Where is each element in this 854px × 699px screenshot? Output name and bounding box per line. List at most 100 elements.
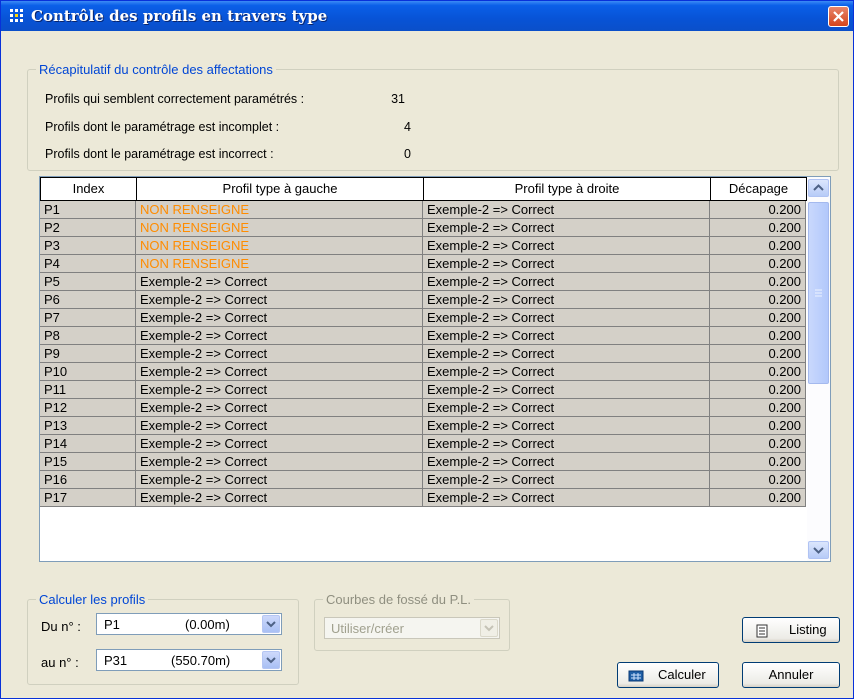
chevron-down-icon <box>484 625 494 632</box>
cell-decapage[interactable]: 0.200 <box>710 363 806 381</box>
cell-left-profile[interactable]: Exemple-2 => Correct <box>136 399 423 417</box>
cell-left-profile[interactable]: Exemple-2 => Correct <box>136 381 423 399</box>
calculer-button[interactable]: Calculer <box>617 662 719 688</box>
to-profile-select[interactable]: P31 (550.70m) <box>96 649 282 671</box>
ditch-select: Utiliser/créer <box>324 617 500 639</box>
cell-decapage[interactable]: 0.200 <box>710 399 806 417</box>
cell-decapage[interactable]: 0.200 <box>710 453 806 471</box>
stat-value-correct: 31 <box>391 92 405 106</box>
ditch-legend: Courbes de fossé du P.L. <box>323 592 475 607</box>
title-bar[interactable]: Contrôle des profils en travers type <box>1 1 853 31</box>
chevron-down-icon <box>813 547 824 554</box>
cell-decapage[interactable]: 0.200 <box>710 291 806 309</box>
stat-value-incorrect: 0 <box>404 147 411 161</box>
vertical-scrollbar[interactable] <box>807 177 830 561</box>
cell-decapage[interactable]: 0.200 <box>710 201 806 219</box>
cell-decapage[interactable]: 0.200 <box>710 381 806 399</box>
profiles-grid[interactable]: Index Profil type à gauche Profil type à… <box>39 176 831 562</box>
from-profile-select[interactable]: P1 (0.00m) <box>96 613 282 635</box>
cell-right-profile[interactable]: Exemple-2 => Correct <box>423 327 710 345</box>
cell-right-profile[interactable]: Exemple-2 => Correct <box>423 399 710 417</box>
cell-left-profile[interactable]: Exemple-2 => Correct <box>136 309 423 327</box>
cell-right-profile[interactable]: Exemple-2 => Correct <box>423 453 710 471</box>
ditch-dropdown-button <box>480 619 498 637</box>
column-header-left-profile[interactable]: Profil type à gauche <box>137 177 424 201</box>
cell-index[interactable]: P14 <box>40 435 136 453</box>
cell-index[interactable]: P2 <box>40 219 136 237</box>
listing-icon <box>756 624 768 638</box>
cell-left-profile[interactable]: NON RENSEIGNE <box>136 219 423 237</box>
cell-left-profile[interactable]: NON RENSEIGNE <box>136 201 423 219</box>
cell-left-profile[interactable]: Exemple-2 => Correct <box>136 291 423 309</box>
stat-label-incomplete: Profils dont le paramétrage est incomple… <box>45 120 280 134</box>
cell-left-profile[interactable]: Exemple-2 => Correct <box>136 327 423 345</box>
cell-index[interactable]: P7 <box>40 309 136 327</box>
cell-index[interactable]: P11 <box>40 381 136 399</box>
cell-right-profile[interactable]: Exemple-2 => Correct <box>423 273 710 291</box>
cell-decapage[interactable]: 0.200 <box>710 255 806 273</box>
cell-decapage[interactable]: 0.200 <box>710 309 806 327</box>
cell-left-profile[interactable]: Exemple-2 => Correct <box>136 489 423 507</box>
cell-right-profile[interactable]: Exemple-2 => Correct <box>423 291 710 309</box>
cell-index[interactable]: P15 <box>40 453 136 471</box>
cell-index[interactable]: P12 <box>40 399 136 417</box>
cell-right-profile[interactable]: Exemple-2 => Correct <box>423 471 710 489</box>
cell-right-profile[interactable]: Exemple-2 => Correct <box>423 489 710 507</box>
scroll-thumb[interactable] <box>808 202 829 384</box>
cell-right-profile[interactable]: Exemple-2 => Correct <box>423 201 710 219</box>
cell-index[interactable]: P6 <box>40 291 136 309</box>
cell-index[interactable]: P13 <box>40 417 136 435</box>
cell-right-profile[interactable]: Exemple-2 => Correct <box>423 309 710 327</box>
cell-left-profile[interactable]: Exemple-2 => Correct <box>136 471 423 489</box>
cell-left-profile[interactable]: NON RENSEIGNE <box>136 237 423 255</box>
summary-legend: Récapitulatif du contrôle des affectatio… <box>36 62 276 77</box>
cell-decapage[interactable]: 0.200 <box>710 345 806 363</box>
chevron-down-icon <box>266 621 276 628</box>
from-profile-value: P1 <box>104 617 120 632</box>
cell-left-profile[interactable]: Exemple-2 => Correct <box>136 435 423 453</box>
scroll-up-button[interactable] <box>808 179 829 197</box>
cell-index[interactable]: P10 <box>40 363 136 381</box>
cell-left-profile[interactable]: Exemple-2 => Correct <box>136 453 423 471</box>
from-label: Du n° : <box>41 619 81 634</box>
cell-left-profile[interactable]: Exemple-2 => Correct <box>136 417 423 435</box>
column-header-right-profile[interactable]: Profil type à droite <box>424 177 711 201</box>
cell-decapage[interactable]: 0.200 <box>710 417 806 435</box>
cell-left-profile[interactable]: Exemple-2 => Correct <box>136 273 423 291</box>
from-dropdown-button[interactable] <box>262 615 280 633</box>
cell-right-profile[interactable]: Exemple-2 => Correct <box>423 363 710 381</box>
cell-index[interactable]: P8 <box>40 327 136 345</box>
grid-app-icon <box>10 9 23 22</box>
cell-index[interactable]: P16 <box>40 471 136 489</box>
cell-right-profile[interactable]: Exemple-2 => Correct <box>423 417 710 435</box>
cell-right-profile[interactable]: Exemple-2 => Correct <box>423 381 710 399</box>
cell-right-profile[interactable]: Exemple-2 => Correct <box>423 219 710 237</box>
cell-right-profile[interactable]: Exemple-2 => Correct <box>423 255 710 273</box>
cell-index[interactable]: P4 <box>40 255 136 273</box>
listing-button[interactable]: Listing <box>742 617 840 643</box>
cell-index[interactable]: P3 <box>40 237 136 255</box>
cell-index[interactable]: P1 <box>40 201 136 219</box>
cell-right-profile[interactable]: Exemple-2 => Correct <box>423 435 710 453</box>
cell-decapage[interactable]: 0.200 <box>710 219 806 237</box>
cell-right-profile[interactable]: Exemple-2 => Correct <box>423 237 710 255</box>
cell-decapage[interactable]: 0.200 <box>710 489 806 507</box>
cell-decapage[interactable]: 0.200 <box>710 237 806 255</box>
scroll-down-button[interactable] <box>808 541 829 559</box>
close-button[interactable] <box>828 6 849 27</box>
cell-index[interactable]: P5 <box>40 273 136 291</box>
cell-decapage[interactable]: 0.200 <box>710 273 806 291</box>
cell-decapage[interactable]: 0.200 <box>710 435 806 453</box>
cell-decapage[interactable]: 0.200 <box>710 327 806 345</box>
annuler-button[interactable]: Annuler <box>742 662 840 688</box>
column-header-index[interactable]: Index <box>40 177 137 201</box>
column-header-decapage[interactable]: Décapage <box>711 177 807 201</box>
cell-decapage[interactable]: 0.200 <box>710 471 806 489</box>
cell-left-profile[interactable]: Exemple-2 => Correct <box>136 363 423 381</box>
to-dropdown-button[interactable] <box>262 651 280 669</box>
cell-index[interactable]: P9 <box>40 345 136 363</box>
cell-right-profile[interactable]: Exemple-2 => Correct <box>423 345 710 363</box>
cell-left-profile[interactable]: Exemple-2 => Correct <box>136 345 423 363</box>
cell-index[interactable]: P17 <box>40 489 136 507</box>
cell-left-profile[interactable]: NON RENSEIGNE <box>136 255 423 273</box>
